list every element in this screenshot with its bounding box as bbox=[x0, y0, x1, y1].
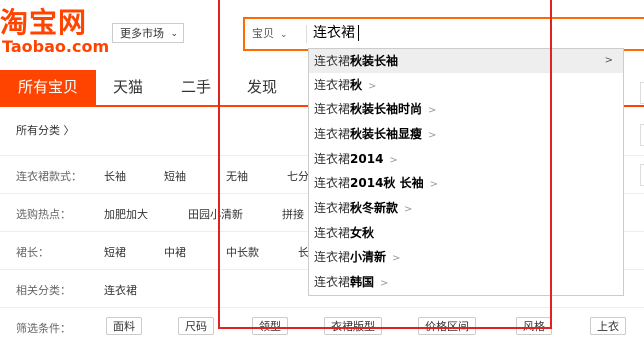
right-side-panel bbox=[627, 52, 644, 202]
chevron-right-icon: > bbox=[389, 155, 398, 166]
suggestion-item[interactable]: 连衣裙秋装长袖时尚 > bbox=[309, 97, 623, 121]
filter-button-top[interactable]: 上衣 bbox=[590, 317, 626, 335]
suggestion-item[interactable]: 连衣裙2014 > bbox=[309, 147, 623, 171]
taobao-logo-sub: Taobao.com bbox=[2, 37, 110, 56]
filter-button-style[interactable]: 风格 bbox=[516, 317, 552, 335]
chevron-right-icon: > bbox=[380, 278, 389, 289]
suggestion-item[interactable]: 连衣裙韩国 > bbox=[309, 270, 623, 294]
filter-option[interactable]: 长袖 bbox=[104, 168, 126, 184]
filter-button-fit[interactable]: 衣裙版型 bbox=[324, 317, 382, 335]
text-cursor bbox=[358, 25, 359, 41]
suggestion-item[interactable]: 连衣裙秋 > bbox=[309, 73, 623, 97]
tab-second-hand[interactable]: 二手 bbox=[181, 70, 211, 105]
chevron-right-icon: > bbox=[429, 179, 438, 190]
side-box[interactable] bbox=[640, 124, 644, 146]
chevron-right-icon: > bbox=[392, 253, 401, 264]
side-box[interactable] bbox=[640, 82, 644, 104]
chevron-right-icon: > bbox=[404, 204, 413, 215]
filter-option[interactable]: 连衣裙 bbox=[104, 282, 137, 298]
search-scope-label: 宝贝 bbox=[252, 27, 274, 40]
search-input[interactable]: 连衣裙 bbox=[313, 23, 359, 43]
filter-option[interactable]: 田园小清新 bbox=[188, 206, 243, 222]
suggestion-item[interactable]: 连衣裙秋冬新款 > bbox=[309, 196, 623, 220]
chevron-right-icon: > bbox=[368, 81, 377, 92]
chevron-down-icon: ⌄ bbox=[170, 29, 178, 39]
search-box[interactable] bbox=[243, 17, 644, 51]
suggestion-item[interactable]: 连衣裙2014秋 长袖 > bbox=[309, 171, 623, 195]
filter-option[interactable]: 短裙 bbox=[104, 244, 126, 260]
filter-option[interactable]: 无袖 bbox=[226, 168, 248, 184]
more-markets-label: 更多市场 bbox=[120, 27, 164, 40]
filter-button-collar[interactable]: 领型 bbox=[252, 317, 288, 335]
filter-option[interactable]: 中裙 bbox=[164, 244, 186, 260]
filter-label: 连衣裙款式： bbox=[16, 170, 82, 183]
chevron-right-icon: > bbox=[428, 130, 437, 141]
chevron-down-icon: ⌄ bbox=[280, 30, 288, 40]
suggestion-item[interactable]: 连衣裙小清新 > bbox=[309, 245, 623, 269]
filter-option[interactable]: 七分 bbox=[287, 168, 309, 184]
tab-all-items[interactable]: 所有宝贝 bbox=[0, 70, 96, 105]
search-query-text: 连衣裙 bbox=[313, 25, 355, 41]
filter-button-fabric[interactable]: 面料 bbox=[106, 317, 142, 335]
suggestion-item[interactable]: 连衣裙秋装长袖显瘦 > bbox=[309, 122, 623, 146]
suggestion-item[interactable]: 连衣裙秋装长袖 > bbox=[309, 49, 623, 73]
filter-option[interactable]: 短袖 bbox=[164, 168, 186, 184]
chevron-right-icon: > bbox=[428, 105, 437, 116]
tab-discover[interactable]: 发现 bbox=[247, 70, 277, 105]
filter-label: 选购热点： bbox=[16, 208, 71, 221]
filter-label: 裙长： bbox=[16, 246, 49, 259]
suggestion-item[interactable]: 连衣裙女秋 bbox=[309, 221, 623, 245]
search-scope-select[interactable]: 宝贝 ⌄ bbox=[252, 25, 288, 44]
filter-option[interactable]: 中长款 bbox=[226, 244, 259, 260]
filter-button-price[interactable]: 价格区间 bbox=[418, 317, 476, 335]
search-suggestion-dropdown: 连衣裙秋装长袖 > 连衣裙秋 > 连衣裙秋装长袖时尚 > 连衣裙秋装长袖显瘦 > 连衣裙… bbox=[308, 48, 624, 296]
more-markets-select[interactable]: 更多市场 ⌄ bbox=[112, 23, 184, 43]
filter-option[interactable]: 拼接 bbox=[282, 206, 304, 222]
filter-label: 筛选条件： bbox=[16, 322, 71, 335]
chevron-right-icon: > bbox=[604, 55, 613, 66]
filter-button-size[interactable]: 尺码 bbox=[178, 317, 214, 335]
divider bbox=[306, 25, 307, 43]
filter-label: 相关分类： bbox=[16, 284, 71, 297]
taobao-logo[interactable]: 淘宝网 bbox=[0, 8, 87, 38]
tab-tmall[interactable]: 天猫 bbox=[113, 70, 143, 105]
side-box[interactable] bbox=[640, 164, 644, 186]
breadcrumb-all-categories[interactable]: 所有分类 〉 bbox=[16, 122, 75, 138]
filter-option[interactable]: 加肥加大 bbox=[104, 206, 148, 222]
